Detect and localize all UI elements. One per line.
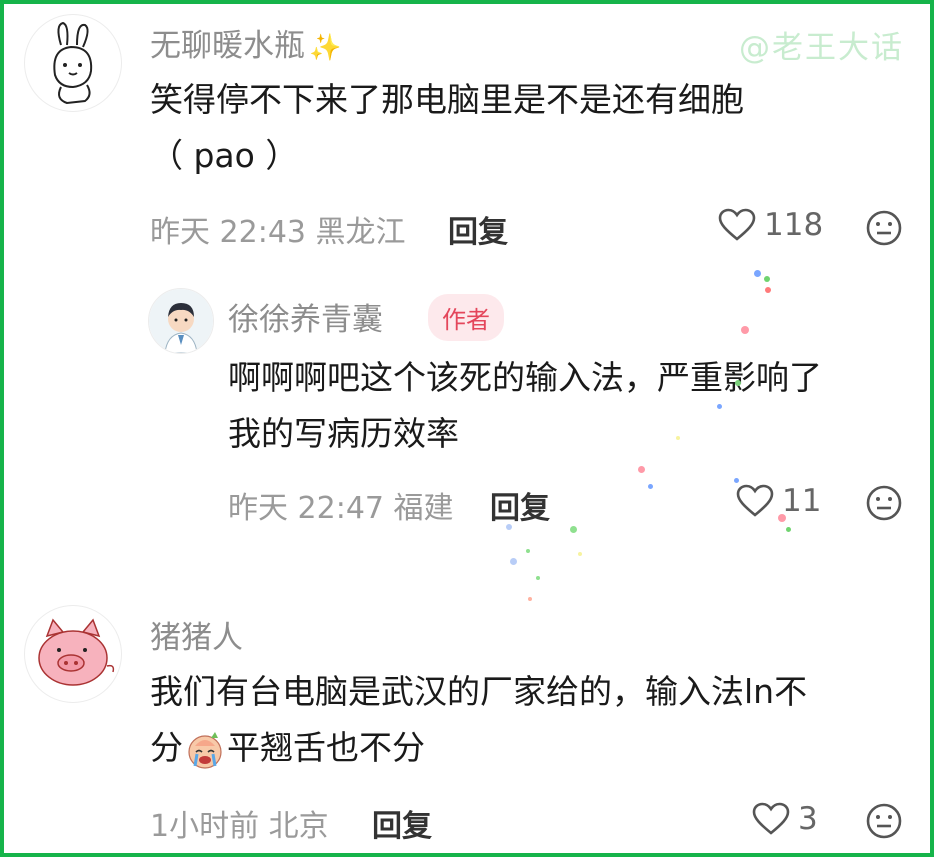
confetti-dot xyxy=(526,549,530,553)
location: 北京 xyxy=(268,809,329,844)
confetti-dot xyxy=(536,576,540,580)
comment-meta: 昨天 22:43 黑龙江 xyxy=(150,207,406,251)
comment-text-line2: 分 平翘舌也不分 xyxy=(150,720,910,776)
like-count: 11 xyxy=(782,483,822,519)
avatar-rabbit[interactable] xyxy=(24,14,122,112)
confetti-dot xyxy=(717,404,722,409)
comment-text-line2-before: 分 xyxy=(150,728,183,767)
heart-outline-icon xyxy=(718,208,756,241)
like-button[interactable]: 3 xyxy=(752,801,818,837)
confetti-dot xyxy=(734,478,739,483)
confetti-dot xyxy=(735,380,741,386)
reply-button[interactable]: 回复 xyxy=(490,483,550,527)
confetti-dot xyxy=(638,466,645,473)
comment-text: 啊啊啊吧这个该死的输入法，严重影响了 我的写病历效率 xyxy=(228,350,918,462)
username[interactable]: 无聊暖水瓶 ✨ xyxy=(150,20,341,65)
confetti-dot xyxy=(754,270,761,277)
confetti-dot xyxy=(764,276,770,282)
avatar-doctor[interactable] xyxy=(148,288,214,354)
avatar-pig[interactable] xyxy=(24,605,122,703)
author-badge: 作者 xyxy=(428,294,504,341)
reply-button[interactable]: 回复 xyxy=(372,801,432,845)
timestamp: 1小时前 xyxy=(150,809,260,844)
location: 福建 xyxy=(393,491,454,526)
sparkle-icon: ✨ xyxy=(309,33,342,63)
watermark: @老王大话 xyxy=(739,30,904,66)
confetti-dot xyxy=(778,514,786,522)
like-count: 3 xyxy=(798,801,818,837)
location: 黑龙江 xyxy=(315,215,406,250)
confetti-dot xyxy=(741,326,749,334)
timestamp: 昨天 22:43 xyxy=(150,215,306,250)
comment-text-line1: 我们有台电脑是武汉的厂家给的，输入法ln不 xyxy=(150,672,808,711)
comment-text: 笑得停不下来了那电脑里是不是还有细胞 （ pao ） xyxy=(150,72,870,184)
neutral-face-icon[interactable] xyxy=(866,803,902,839)
comment-meta: 1小时前 北京 xyxy=(150,801,329,845)
comment-text-line1: 笑得停不下来了那电脑里是不是还有细胞 xyxy=(150,80,744,119)
comment-text-line2-after: 平翘舌也不分 xyxy=(227,728,425,767)
username[interactable]: 徐徐养青囊 xyxy=(228,294,383,339)
confetti-dot xyxy=(506,524,512,530)
confetti-dot xyxy=(676,436,680,440)
username-text: 无聊暖水瓶 xyxy=(150,28,305,64)
like-button[interactable]: 11 xyxy=(736,483,821,519)
comment-meta: 昨天 22:47 福建 xyxy=(228,483,454,527)
like-button[interactable]: 118 xyxy=(718,207,823,243)
comment-text-line2: （ pao ） xyxy=(150,136,299,175)
confetti-dot xyxy=(528,597,532,601)
timestamp: 昨天 22:47 xyxy=(228,491,384,526)
comment-text-line2: 我的写病历效率 xyxy=(228,414,459,453)
like-count: 118 xyxy=(764,207,824,243)
neutral-face-icon[interactable] xyxy=(866,210,902,246)
confetti-dot xyxy=(648,484,653,489)
confetti-dot xyxy=(578,552,582,556)
comment-text-line1: 啊啊啊吧这个该死的输入法，严重影响了 xyxy=(228,358,822,397)
crying-emoji-icon xyxy=(188,731,222,769)
neutral-face-icon[interactable] xyxy=(866,485,902,521)
confetti-dot xyxy=(765,287,771,293)
heart-outline-icon xyxy=(752,802,790,835)
confetti-dot xyxy=(570,526,577,533)
confetti-dot xyxy=(786,527,791,532)
confetti-dot xyxy=(510,558,517,565)
username[interactable]: 猪猪人 xyxy=(150,612,243,657)
heart-outline-icon xyxy=(736,484,774,517)
reply-button[interactable]: 回复 xyxy=(448,207,508,251)
comment-text: 我们有台电脑是武汉的厂家给的，输入法ln不 分 平翘舌也不分 xyxy=(150,664,910,776)
